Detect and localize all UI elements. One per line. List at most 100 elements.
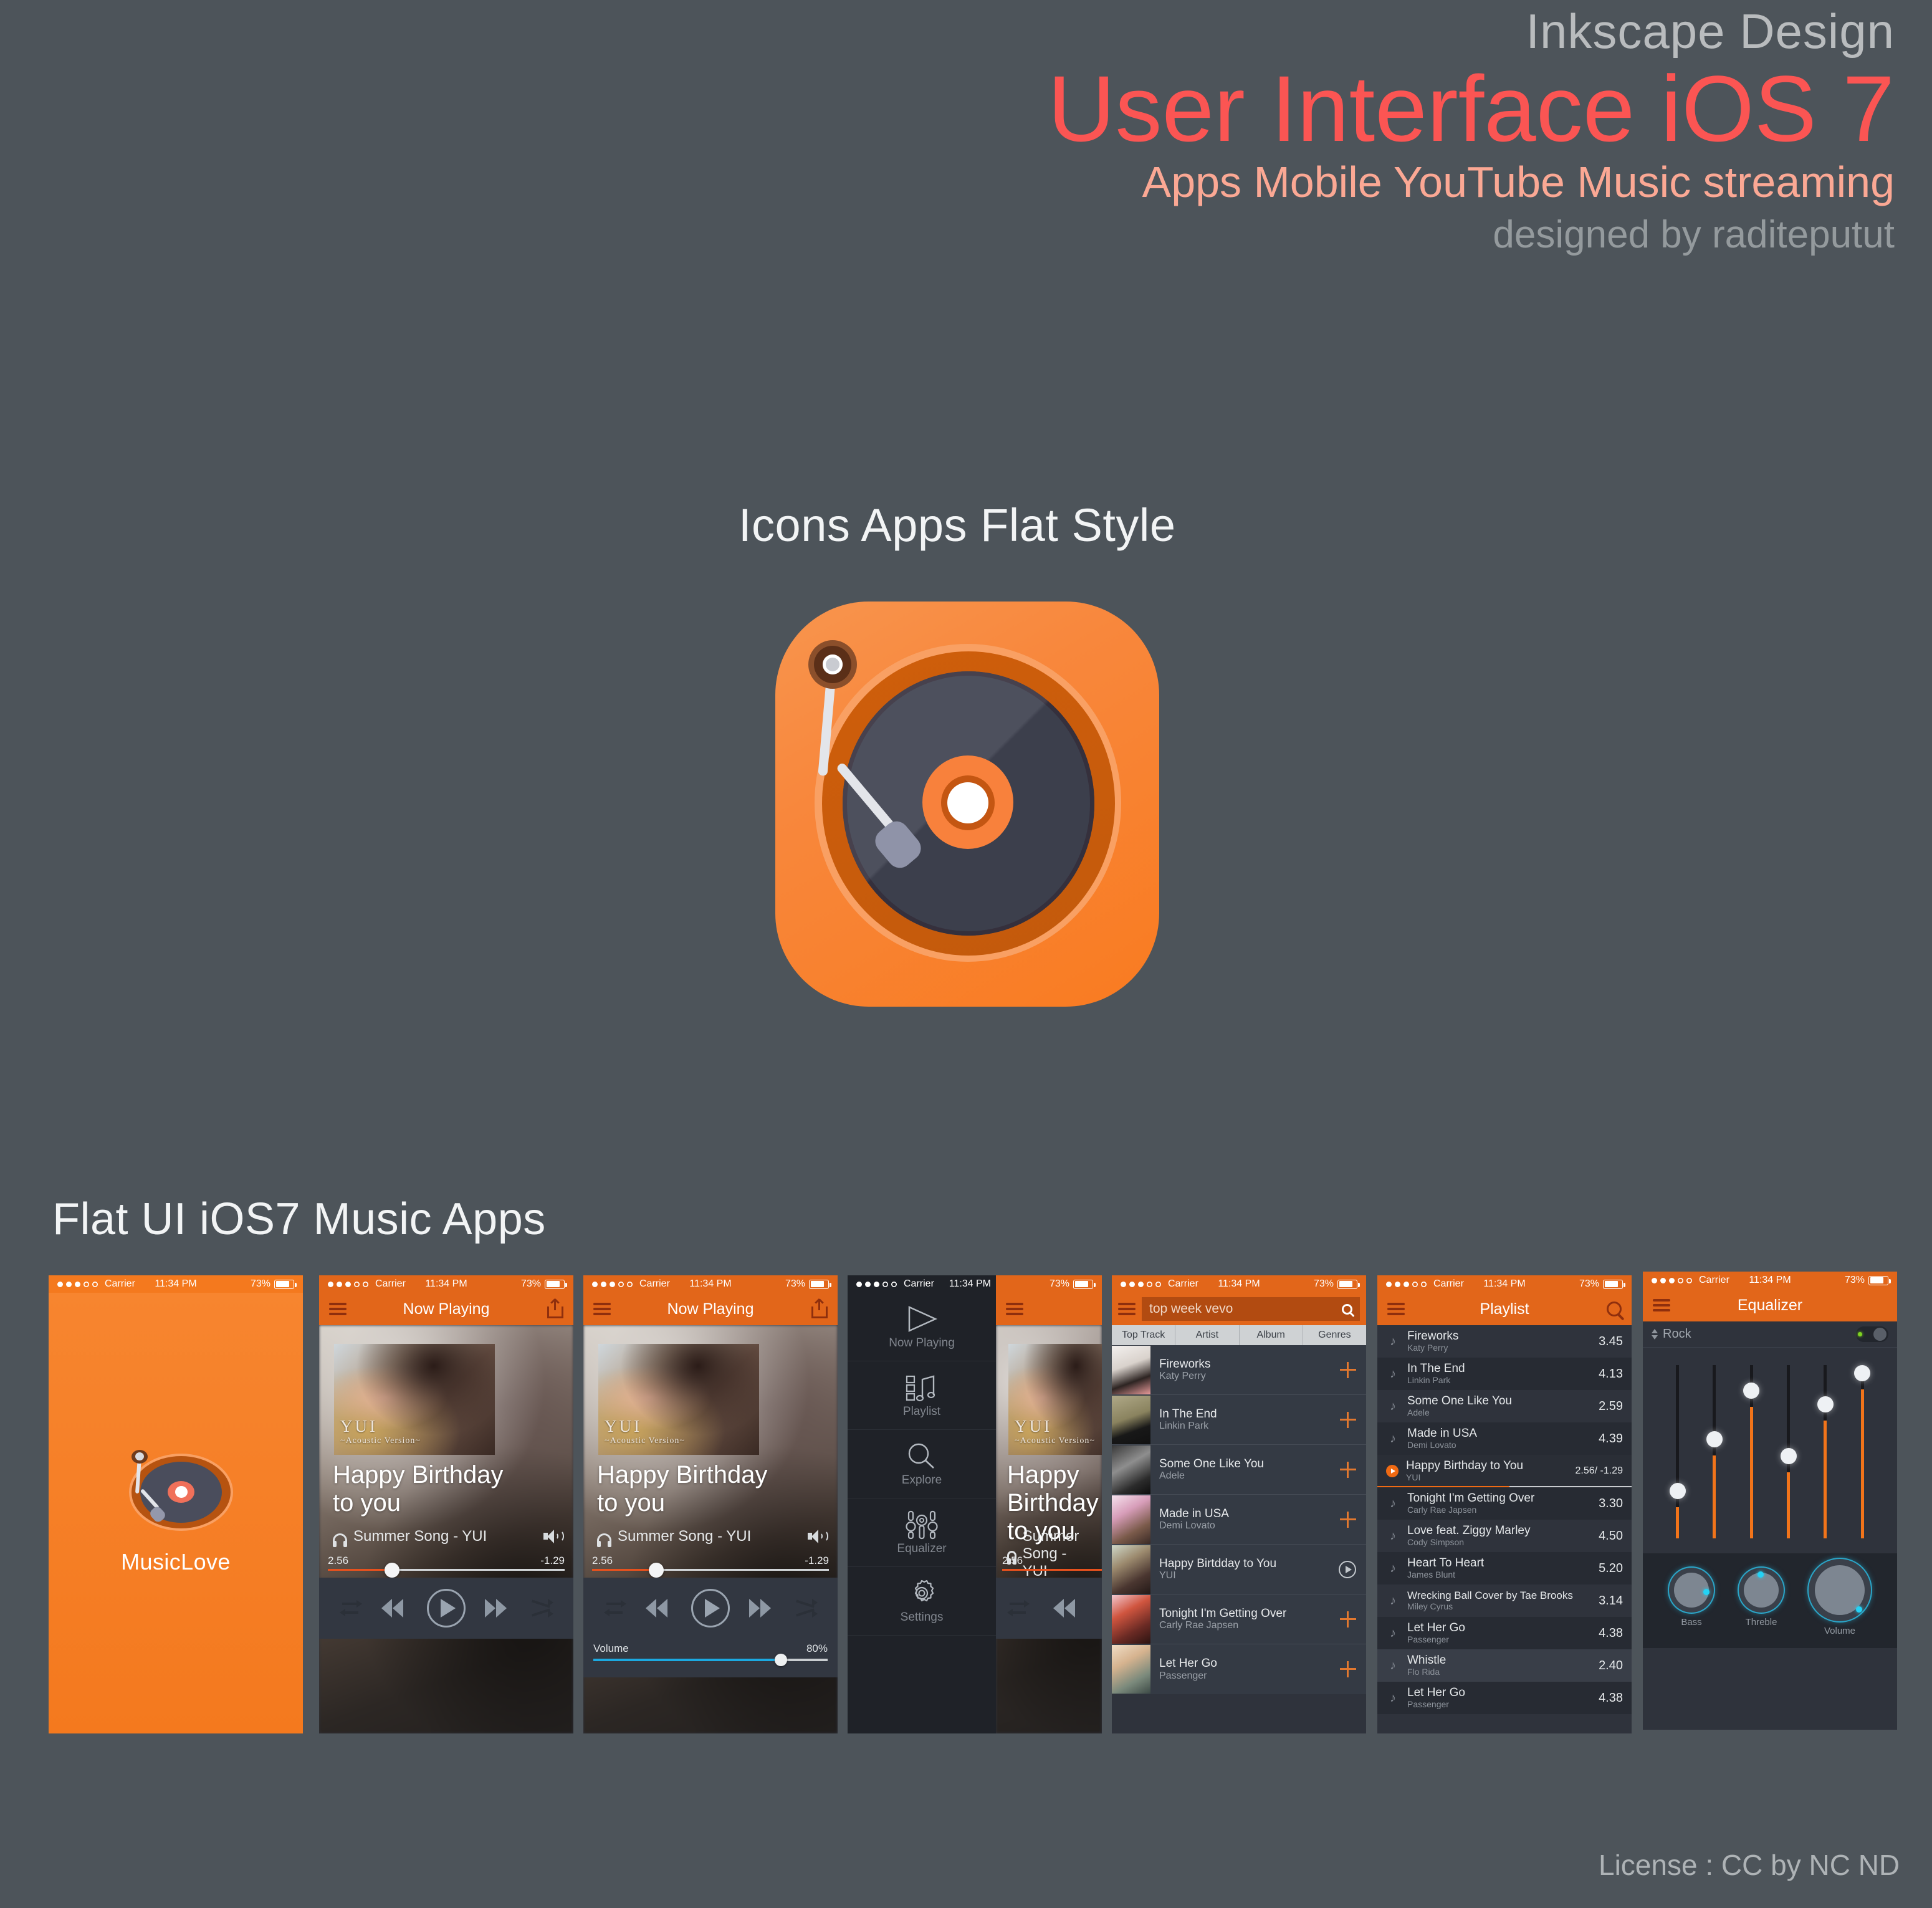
eq-band-slider[interactable]: [1669, 1365, 1686, 1538]
repeat-icon[interactable]: [1007, 1600, 1030, 1616]
drawer-item-equalizer[interactable]: Equalizer: [848, 1498, 996, 1567]
track-title: Wrecking Ball Cover by Tae Brooks: [1407, 1589, 1573, 1601]
list-item[interactable]: Tonight I'm Getting Over Carly Rae Japse…: [1112, 1594, 1366, 1644]
table-row[interactable]: ♪ Whistle Flo Rida 2.40: [1377, 1649, 1632, 1682]
album-thumbnail: [1112, 1645, 1150, 1694]
previous-icon[interactable]: [1053, 1599, 1079, 1618]
list-item[interactable]: Happy Birtdday to You YUI: [1112, 1545, 1366, 1594]
table-row[interactable]: ♪ In The End Linkin Park 4.13: [1377, 1358, 1632, 1390]
album-art: YUI ~Acoustic Version~: [598, 1344, 759, 1455]
list-item[interactable]: Let Her Go Passenger: [1112, 1644, 1366, 1694]
add-icon[interactable]: [1340, 1411, 1356, 1428]
add-icon[interactable]: [1340, 1511, 1356, 1528]
drawer-item-now-playing[interactable]: Now Playing: [848, 1293, 996, 1361]
eq-band-slider[interactable]: [1706, 1365, 1723, 1538]
play-icon[interactable]: [1386, 1465, 1399, 1477]
app-name-label: MusicLove: [121, 1549, 231, 1575]
explore-tabs: Top Track Artist Album Genres: [1112, 1325, 1366, 1345]
drawer-item-playlist[interactable]: Playlist: [848, 1361, 996, 1430]
knob-bass[interactable]: Bass: [1669, 1568, 1714, 1628]
progress-slider[interactable]: [328, 1562, 565, 1578]
shuffle-icon[interactable]: [530, 1599, 553, 1618]
preset-selector[interactable]: Rock: [1643, 1321, 1897, 1348]
table-row[interactable]: ♪ Made in USA Demi Lovato 4.39: [1377, 1422, 1632, 1455]
eq-band-slider[interactable]: [1817, 1365, 1834, 1538]
table-row[interactable]: ♪ Heart To Heart James Blunt 5.20: [1377, 1552, 1632, 1584]
equalizer-knobs: Bass Threble Volume: [1643, 1553, 1897, 1648]
list-item[interactable]: Some One Like You Adele: [1112, 1445, 1366, 1495]
table-row[interactable]: ♪ Tonight I'm Getting Over Carly Rae Jap…: [1377, 1487, 1632, 1520]
repeat-icon[interactable]: [604, 1600, 627, 1616]
list-item[interactable]: Fireworks Katy Perry: [1112, 1345, 1366, 1395]
drawer-item-explore[interactable]: Explore: [848, 1430, 996, 1498]
drawer-item-settings[interactable]: Settings: [848, 1567, 996, 1636]
album-art-title: YUI: [605, 1417, 642, 1436]
track-artist: Adele: [1159, 1470, 1185, 1482]
hamburger-icon[interactable]: [1653, 1297, 1670, 1314]
add-icon[interactable]: [1340, 1461, 1356, 1478]
add-icon[interactable]: [1340, 1361, 1356, 1378]
status-bar: Carrier 11:34 PM 73%: [319, 1275, 573, 1293]
table-row-current[interactable]: Happy Birthday to You YUI 2.56/ -1.29: [1377, 1455, 1632, 1487]
previous-icon[interactable]: [381, 1599, 408, 1618]
gear-icon: [905, 1578, 939, 1608]
table-row[interactable]: ♪ Love feat. Ziggy Marley Cody Simpson 4…: [1377, 1520, 1632, 1552]
next-icon[interactable]: [484, 1599, 511, 1618]
table-row[interactable]: ♪ Some One Like You Adele 2.59: [1377, 1390, 1632, 1422]
track-duration: 4.39: [1599, 1431, 1623, 1445]
play-icon[interactable]: [691, 1589, 730, 1628]
progress-slider[interactable]: [592, 1562, 829, 1578]
equalizer-toggle[interactable]: [1856, 1326, 1888, 1342]
hamburger-icon[interactable]: [1006, 1300, 1023, 1318]
status-bar: Carrier 11:34 PM 73%: [49, 1275, 303, 1293]
battery-area: 73%: [251, 1278, 297, 1290]
track-artist: Carly Rae Japsen: [1159, 1620, 1239, 1631]
album-thumbnail: [1112, 1545, 1150, 1594]
search-icon[interactable]: [1607, 1302, 1622, 1316]
search-icon[interactable]: [1342, 1303, 1352, 1315]
list-item[interactable]: Made in USA Demi Lovato: [1112, 1495, 1366, 1545]
speaker-icon[interactable]: [543, 1529, 564, 1544]
volume-slider[interactable]: [593, 1654, 828, 1666]
play-icon[interactable]: [426, 1589, 466, 1628]
search-input[interactable]: top week vevo: [1142, 1297, 1360, 1321]
track-title: Heart To Heart: [1407, 1556, 1485, 1570]
table-row[interactable]: ♪ Let Her Go Passenger 4.38: [1377, 1617, 1632, 1649]
add-icon[interactable]: [1340, 1611, 1356, 1628]
next-icon[interactable]: [748, 1599, 775, 1618]
battery-percent: 73%: [520, 1278, 541, 1289]
tab-album[interactable]: Album: [1240, 1325, 1303, 1345]
hamburger-icon[interactable]: [1387, 1300, 1405, 1318]
track-title: In The End: [1407, 1361, 1465, 1375]
shuffle-icon[interactable]: [795, 1599, 818, 1618]
previous-icon[interactable]: [646, 1599, 672, 1618]
status-bar: 73%: [996, 1275, 1102, 1293]
hamburger-icon[interactable]: [593, 1300, 611, 1318]
eq-band-slider[interactable]: [1854, 1364, 1871, 1538]
speaker-icon[interactable]: [808, 1529, 828, 1544]
table-row[interactable]: ♪ Let Her Go Passenger 4.38: [1377, 1682, 1632, 1714]
tab-top-track[interactable]: Top Track: [1112, 1325, 1176, 1345]
album-art: YUI ~Acoustic Version~: [1008, 1344, 1102, 1455]
hamburger-icon[interactable]: [1118, 1300, 1136, 1318]
eq-band-slider[interactable]: [1780, 1365, 1797, 1538]
repeat-icon[interactable]: [340, 1600, 363, 1616]
table-row[interactable]: ♪ Fireworks Katy Perry 3.45: [1377, 1325, 1632, 1358]
add-icon[interactable]: [1340, 1661, 1356, 1677]
signal-dots: Carrier: [1386, 1278, 1464, 1290]
page-title: Playlist: [1480, 1300, 1529, 1318]
now-playing-body: YUI ~Acoustic Version~ Happy Birthday to…: [996, 1325, 1102, 1733]
music-note-icon: ♪: [1390, 1690, 1396, 1705]
hamburger-icon[interactable]: [329, 1300, 347, 1318]
share-icon[interactable]: [547, 1300, 563, 1318]
list-item[interactable]: In The End Linkin Park: [1112, 1395, 1366, 1445]
knob-treble[interactable]: Threble: [1739, 1568, 1784, 1628]
table-row[interactable]: ♪ Wrecking Ball Cover by Tae Brooks Mile…: [1377, 1584, 1632, 1617]
tab-artist[interactable]: Artist: [1175, 1325, 1240, 1345]
knob-volume[interactable]: Volume: [1809, 1559, 1871, 1636]
tab-genres[interactable]: Genres: [1303, 1325, 1366, 1345]
share-icon[interactable]: [811, 1300, 828, 1318]
play-icon[interactable]: [1339, 1560, 1356, 1578]
progress-slider[interactable]: [1002, 1569, 1102, 1571]
eq-band-slider[interactable]: [1743, 1365, 1760, 1538]
